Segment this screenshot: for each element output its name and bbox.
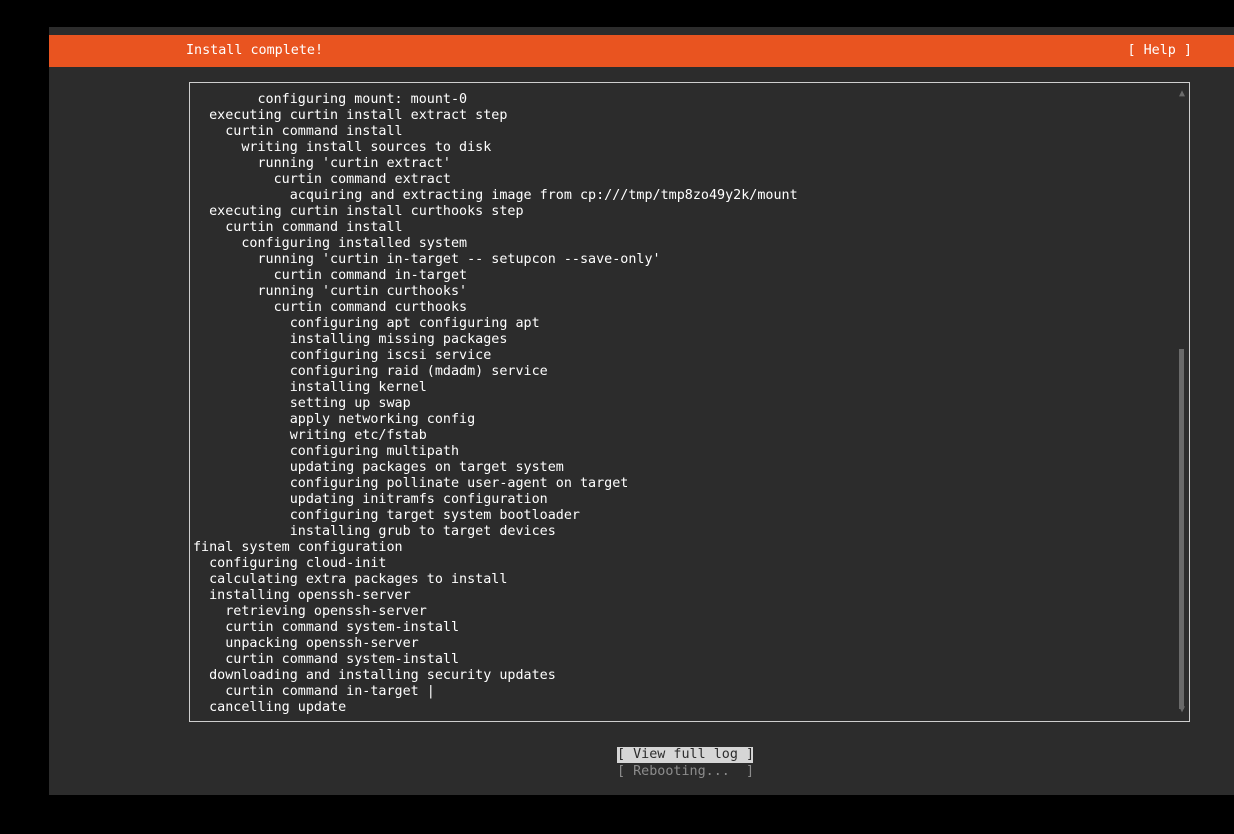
log-line: configuring apt configuring apt (193, 316, 540, 331)
log-line: writing etc/fstab (193, 428, 427, 443)
log-line: installing missing packages (193, 332, 508, 347)
installer-screen: Install complete! [ Help ] configuring m… (49, 27, 1234, 795)
log-line: calculating extra packages to install (193, 572, 508, 587)
page-title: Install complete! (186, 43, 324, 58)
log-line: apply networking config (193, 412, 476, 427)
log-line: setting up swap (193, 396, 411, 411)
log-line: unpacking openssh-server (193, 636, 419, 651)
log-line: executing curtin install curthooks step (193, 204, 524, 219)
log-line: updating packages on target system (193, 460, 564, 475)
rebooting-button: [ Rebooting... ] (617, 764, 755, 779)
log-line: acquiring and extracting image from cp:/… (193, 188, 798, 203)
action-buttons: [ View full log ] [ Rebooting... ] (617, 747, 754, 780)
log-line: running 'curtin extract' (193, 156, 451, 171)
log-line: configuring mount: mount-0 (193, 92, 468, 107)
log-line: curtin command in-target | (193, 684, 435, 699)
log-line: configuring multipath (193, 444, 460, 459)
log-line: configuring installed system (193, 236, 468, 251)
install-log-panel[interactable]: configuring mount: mount-0 executing cur… (189, 82, 1190, 722)
log-line: configuring cloud-init (193, 556, 387, 571)
log-line: installing grub to target devices (193, 524, 556, 539)
log-line: curtin command in-target (193, 268, 468, 283)
log-line: configuring iscsi service (193, 348, 492, 363)
log-line: curtin command curthooks (193, 300, 468, 315)
log-line: curtin command extract (193, 172, 451, 187)
view-full-log-button[interactable]: [ View full log ] (617, 747, 754, 763)
log-line: configuring raid (mdadm) service (193, 364, 548, 379)
help-button[interactable]: [ Help ] (1128, 43, 1193, 59)
log-line: curtin command system-install (193, 652, 460, 667)
log-line: curtin command system-install (193, 620, 460, 635)
log-line: retrieving openssh-server (193, 604, 427, 619)
scrollbar-thumb[interactable] (1179, 349, 1184, 709)
log-line: curtin command install (193, 124, 403, 139)
log-line: running 'curtin in-target -- setupcon --… (193, 252, 661, 267)
scroll-up-icon[interactable]: ▲ (1179, 89, 1185, 99)
title-bar: Install complete! [ Help ] (49, 35, 1234, 67)
log-line: downloading and installing security upda… (193, 668, 556, 683)
log-list: configuring mount: mount-0 executing cur… (193, 92, 798, 716)
log-line: executing curtin install extract step (193, 108, 508, 123)
log-line: installing kernel (193, 380, 427, 395)
log-line: configuring pollinate user-agent on targ… (193, 476, 629, 491)
log-line: configuring target system bootloader (193, 508, 580, 523)
log-line: curtin command install (193, 220, 403, 235)
scroll-down-icon[interactable]: ▼ (1179, 705, 1185, 715)
log-line: cancelling update (193, 700, 347, 715)
log-line: writing install sources to disk (193, 140, 492, 155)
log-line: installing openssh-server (193, 588, 411, 603)
log-line: final system configuration (193, 540, 403, 555)
log-line: updating initramfs configuration (193, 492, 548, 507)
log-line: running 'curtin curthooks' (193, 284, 468, 299)
scrollbar[interactable] (1179, 103, 1184, 709)
